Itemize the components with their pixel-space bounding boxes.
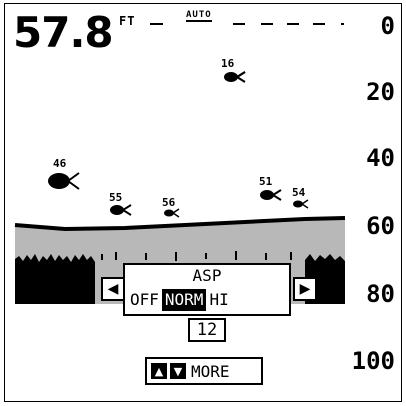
depth-scale-label: 100 — [351, 347, 395, 375]
asp-value: 12 — [188, 318, 226, 342]
fish-depth-label: 56 — [162, 196, 176, 209]
asp-title: ASP — [192, 266, 222, 285]
fish-depth-label: 16 — [221, 57, 235, 70]
sonar-graph — [14, 23, 346, 304]
asp-options: OFF NORM HI — [127, 289, 287, 311]
up-arrow-icon[interactable]: ▲ — [151, 363, 167, 379]
fish-depth-label: 51 — [259, 175, 273, 188]
fish-icon — [164, 208, 180, 218]
asp-menu: ◀ ASP OFF NORM HI ▶ — [97, 263, 327, 317]
depth-scale-label: 60 — [366, 212, 395, 240]
asp-option-hi[interactable]: HI — [206, 289, 231, 311]
left-arrow-icon[interactable]: ◀ — [101, 277, 125, 301]
depth-unit: FT — [119, 14, 136, 28]
fish-icon — [48, 172, 80, 190]
fish-icon — [110, 204, 132, 216]
more-label: MORE — [191, 361, 230, 381]
fish-icon — [260, 189, 282, 201]
fish-icon — [293, 199, 309, 209]
asp-option-off[interactable]: OFF — [127, 289, 162, 311]
fish-depth-label: 55 — [109, 191, 123, 204]
depth-scale-label: 40 — [366, 144, 395, 172]
asp-option-norm[interactable]: NORM — [161, 289, 207, 311]
depth-scale-label: 0 — [380, 12, 395, 40]
range-mode-indicator: AUTO — [186, 10, 212, 22]
fish-depth-label: 54 — [292, 186, 306, 199]
fish-depth-label: 46 — [53, 157, 67, 170]
depth-scale-label: 20 — [366, 78, 395, 106]
sonar-screen: 57.8 FT AUTO 0 20 40 60 80 100 16 46 55 … — [4, 3, 402, 402]
fish-icon — [224, 71, 246, 83]
depth-scale-label: 80 — [366, 280, 395, 308]
down-arrow-icon[interactable]: ▼ — [170, 363, 186, 379]
right-arrow-icon[interactable]: ▶ — [293, 277, 317, 301]
more-button[interactable]: ▲ ▼ MORE — [145, 357, 263, 385]
asp-box: ASP OFF NORM HI — [123, 263, 291, 316]
depth-readout: 57.8 — [13, 8, 114, 57]
